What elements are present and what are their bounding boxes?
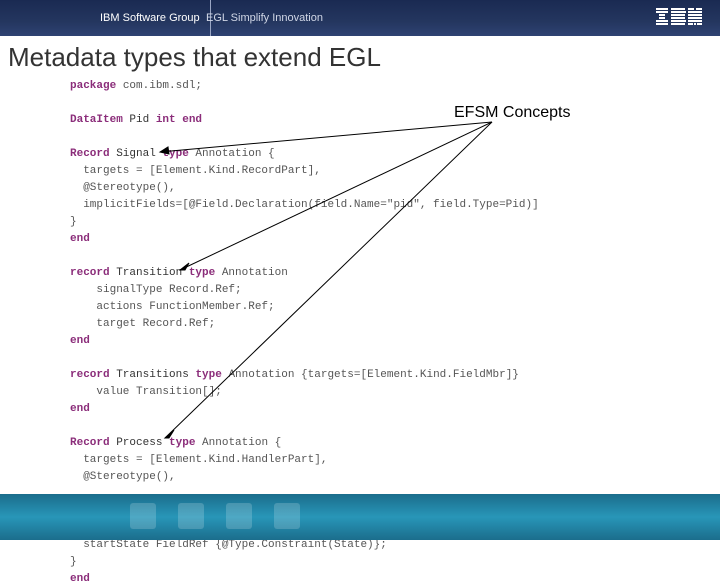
code-keyword: Record — [70, 437, 110, 449]
code-keyword: end — [70, 403, 90, 415]
slide-title: Metadata types that extend EGL — [8, 42, 381, 73]
slide-header: IBM Software Group EGL Simplify Innovati… — [0, 0, 720, 36]
code-text: Transition — [110, 267, 189, 279]
code-keyword: package — [70, 80, 116, 92]
code-text: signalType Record.Ref; — [70, 284, 242, 296]
code-keyword: DataItem — [70, 114, 123, 126]
code-text: target Record.Ref; — [70, 318, 215, 330]
code-text: Process — [110, 437, 169, 449]
code-text: @Stereotype(), — [70, 182, 176, 194]
code-text: } — [70, 556, 77, 568]
code-text: value Transition[]; — [70, 386, 222, 398]
code-keyword: Record — [70, 148, 110, 160]
code-keyword: type — [169, 437, 195, 449]
code-text: com.ibm.sdl; — [116, 80, 202, 92]
code-text: targets = [Element.Kind.HandlerPart], — [70, 454, 327, 466]
code-text: targets = [Element.Kind.RecordPart], — [70, 165, 321, 177]
code-text: Pid — [123, 114, 156, 126]
footer-icon — [274, 503, 300, 529]
code-text: Annotation {targets=[Element.Kind.FieldM… — [222, 369, 519, 381]
code-keyword: type — [189, 267, 215, 279]
code-text: Transitions — [110, 369, 196, 381]
code-keyword: end — [70, 335, 90, 347]
code-text: Annotation { — [195, 437, 281, 449]
footer-icon-row — [130, 503, 300, 529]
footer-icon — [130, 503, 156, 529]
code-keyword: record — [70, 369, 110, 381]
callout-label: EFSM Concepts — [454, 104, 570, 122]
slide-footer — [0, 494, 720, 540]
code-text: @Stereotype(), — [70, 471, 176, 483]
code-text: } — [70, 216, 77, 228]
code-text: Annotation { — [189, 148, 275, 160]
footer-icon — [178, 503, 204, 529]
ibm-logo — [656, 8, 702, 26]
code-keyword: int end — [156, 114, 202, 126]
header-group-label: IBM Software Group — [90, 0, 211, 36]
code-text: actions FunctionMember.Ref; — [70, 301, 275, 313]
code-text: startState FieldRef {@Type.Constraint(St… — [70, 539, 387, 551]
footer-icon — [226, 503, 252, 529]
code-keyword: end — [70, 233, 90, 245]
code-keyword: end — [70, 573, 90, 585]
header-tagline: EGL Simplify Innovation — [200, 0, 323, 36]
code-text: implicitFields=[@Field.Declaration(field… — [70, 199, 539, 211]
code-keyword: type — [162, 148, 188, 160]
code-keyword: record — [70, 267, 110, 279]
code-text: Annotation — [215, 267, 288, 279]
code-keyword: type — [195, 369, 221, 381]
code-text: Signal — [110, 148, 163, 160]
